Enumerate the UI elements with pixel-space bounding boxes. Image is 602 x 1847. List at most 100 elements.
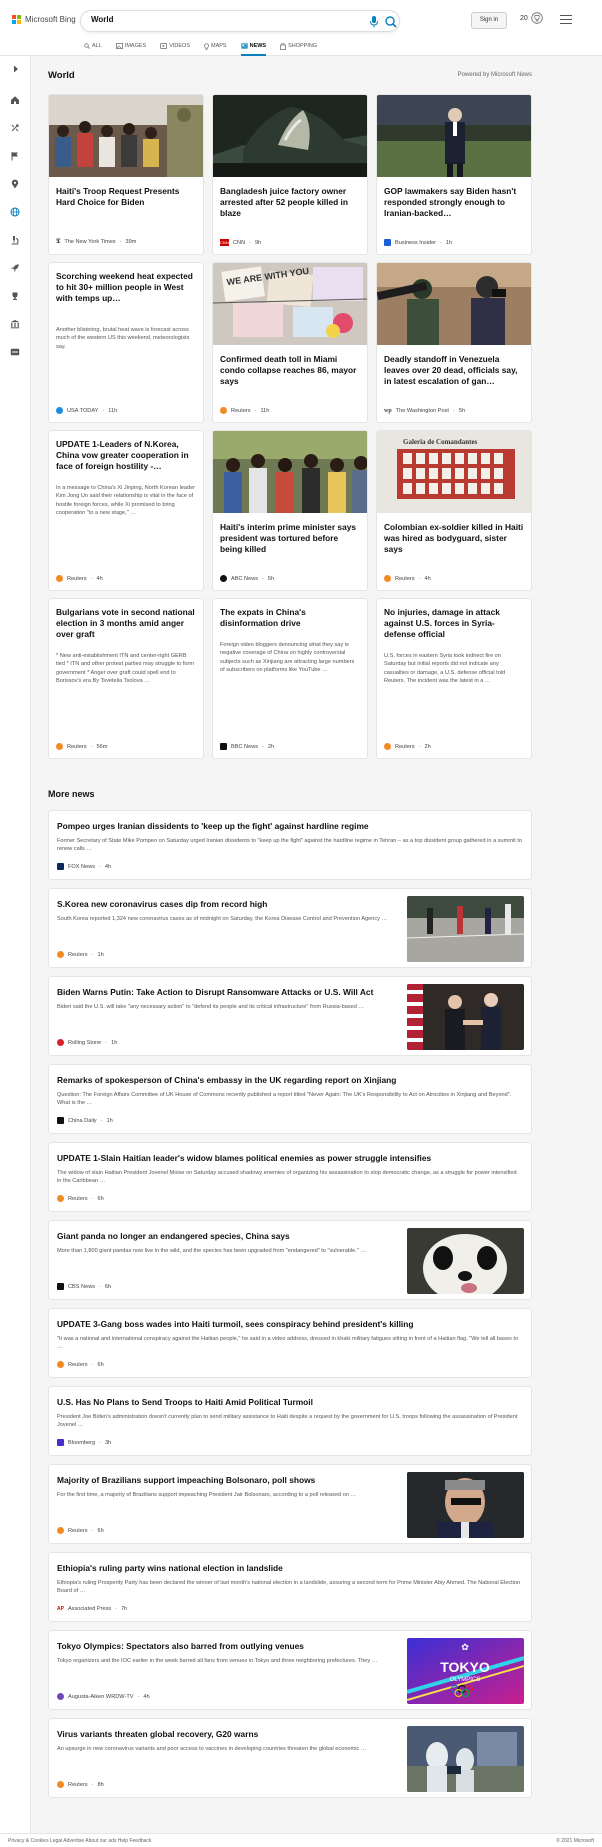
- news-card[interactable]: GOP lawmakers say Biden hasn't responded…: [376, 94, 532, 255]
- tab-videos[interactable]: VIDEOS: [160, 40, 190, 52]
- more-news-item[interactable]: Biden Warns Putin: Take Action to Disrup…: [48, 976, 532, 1056]
- tab-maps[interactable]: MAPS: [204, 40, 227, 52]
- news-card[interactable]: Haiti's interim prime minister says pres…: [212, 430, 368, 591]
- rewards-button[interactable]: 20: [520, 12, 543, 24]
- news-card-source[interactable]: Reuters · 4h: [384, 575, 431, 582]
- tab-all[interactable]: ALL: [84, 40, 102, 52]
- more-news-item[interactable]: Remarks of spokesperson of China's embas…: [48, 1064, 532, 1134]
- more-news-item[interactable]: Pompeo urges Iranian dissidents to 'keep…: [48, 810, 532, 880]
- more-news-item[interactable]: Tokyo Olympics: Spectators also barred f…: [48, 1630, 532, 1710]
- news-card[interactable]: Galeria de Comandantes Colombian ex-sold…: [376, 430, 532, 591]
- news-card-source[interactable]: CNN CNN · 9h: [220, 239, 261, 246]
- more-news-title[interactable]: Ethiopia's ruling party wins national el…: [57, 1563, 283, 1574]
- more-news-item[interactable]: UPDATE 3-Gang boss wades into Haiti turm…: [48, 1308, 532, 1378]
- more-news-item[interactable]: Ethiopia's ruling party wins national el…: [48, 1552, 532, 1622]
- news-card-source[interactable]: Reuters · 11h: [220, 407, 269, 414]
- sign-in-button[interactable]: Sign in: [471, 12, 507, 29]
- news-card-source[interactable]: Reuters · 4h: [56, 575, 103, 582]
- news-card-title[interactable]: Bangladesh juice factory owner arrested …: [220, 186, 360, 219]
- news-card[interactable]: Bangladesh juice factory owner arrested …: [212, 94, 368, 255]
- search-input[interactable]: [91, 15, 321, 24]
- more-news-title[interactable]: U.S. Has No Plans to Send Troops to Hait…: [57, 1397, 313, 1408]
- more-news-source[interactable]: China Daily · 1h: [57, 1117, 113, 1124]
- crosshair-icon[interactable]: [10, 123, 20, 133]
- news-card-source[interactable]: wp The Washington Post · 5h: [384, 408, 465, 414]
- news-card-title[interactable]: Haiti's Troop Request Presents Hard Choi…: [56, 186, 196, 208]
- more-news-title[interactable]: Giant panda no longer an endangered spec…: [57, 1231, 290, 1242]
- news-card[interactable]: Deadly standoff in Venezuela leaves over…: [376, 262, 532, 423]
- more-news-item[interactable]: S.Korea new coronavirus cases dip from r…: [48, 888, 532, 968]
- tab-shopping[interactable]: SHOPPING: [280, 40, 317, 52]
- more-news-title[interactable]: Tokyo Olympics: Spectators also barred f…: [57, 1641, 304, 1652]
- nbc-peacock-icon: ✿: [461, 1642, 469, 1652]
- rocket-icon[interactable]: [10, 263, 20, 273]
- more-news-source[interactable]: AP Associated Press · 7h: [57, 1606, 127, 1612]
- logo-text: Microsoft Bing: [25, 15, 76, 24]
- more-news-source[interactable]: FOX News · 4h: [57, 863, 111, 870]
- more-news-source[interactable]: Reuters · 8h: [57, 1781, 104, 1788]
- news-card-title[interactable]: GOP lawmakers say Biden hasn't responded…: [384, 186, 524, 219]
- footer-links[interactable]: Privacy & Cookies Legal Advertise About …: [8, 1838, 151, 1844]
- news-card-title[interactable]: Confirmed death toll in Miami condo coll…: [220, 354, 360, 387]
- more-news-item[interactable]: Giant panda no longer an endangered spec…: [48, 1220, 532, 1300]
- more-news-title[interactable]: UPDATE 1-Slain Haitian leader's widow bl…: [57, 1153, 431, 1164]
- news-card-source[interactable]: 𝕿 The New York Times · 39m: [56, 237, 136, 246]
- home-icon[interactable]: [10, 95, 20, 105]
- microphone-icon[interactable]: [369, 16, 379, 28]
- news-card-title[interactable]: The expats in China's disinformation dri…: [220, 607, 360, 629]
- more-news-source[interactable]: Rolling Stone · 1h: [57, 1039, 117, 1046]
- more-news-title[interactable]: Majority of Brazilians support impeachin…: [57, 1475, 315, 1486]
- news-card[interactable]: Haiti's Troop Request Presents Hard Choi…: [48, 94, 204, 255]
- video-player-icon[interactable]: [10, 347, 20, 357]
- more-news-source[interactable]: Augusta-Aiken WRDW-TV · 4h: [57, 1693, 150, 1700]
- more-news-item[interactable]: Majority of Brazilians support impeachin…: [48, 1464, 532, 1544]
- more-news-source[interactable]: Reuters · 1h: [57, 951, 104, 958]
- news-card-title[interactable]: Colombian ex-soldier killed in Haiti was…: [384, 522, 524, 555]
- news-card-source[interactable]: Reuters · 2h: [384, 743, 431, 750]
- more-news-source[interactable]: Reuters · 6h: [57, 1361, 104, 1368]
- more-news-title[interactable]: Remarks of spokesperson of China's embas…: [57, 1075, 396, 1086]
- more-news-title[interactable]: S.Korea new coronavirus cases dip from r…: [57, 899, 267, 910]
- globe-icon[interactable]: [10, 207, 20, 217]
- tab-images[interactable]: IMAGES: [115, 40, 146, 52]
- news-card-title[interactable]: Haiti's interim prime minister says pres…: [220, 522, 360, 555]
- more-news-item[interactable]: U.S. Has No Plans to Send Troops to Hait…: [48, 1386, 532, 1456]
- news-card[interactable]: UPDATE 1-Leaders of N.Korea, China vow g…: [48, 430, 204, 591]
- news-card[interactable]: No injuries, damage in attack against U.…: [376, 598, 532, 759]
- expand-sidebar-button[interactable]: [0, 60, 31, 78]
- microscope-icon[interactable]: [10, 235, 20, 245]
- news-card[interactable]: WE ARE WITH YOU Confirmed death toll in …: [212, 262, 368, 423]
- more-news-title[interactable]: Biden Warns Putin: Take Action to Disrup…: [57, 987, 373, 998]
- tab-news[interactable]: NEWS: [240, 40, 266, 56]
- more-news-title[interactable]: Virus variants threaten global recovery,…: [57, 1729, 258, 1740]
- news-card-source[interactable]: USA TODAY · 11h: [56, 407, 117, 414]
- news-card-source[interactable]: BBC News · 2h: [220, 743, 274, 750]
- more-news-source[interactable]: CBS News · 6h: [57, 1283, 111, 1290]
- news-card[interactable]: Scorching weekend heat expected to hit 3…: [48, 262, 204, 423]
- more-news-source[interactable]: Bloomberg · 3h: [57, 1439, 111, 1446]
- news-card-title[interactable]: Bulgarians vote in second national elect…: [56, 607, 196, 640]
- news-card-source[interactable]: ABC News · 5h: [220, 575, 274, 582]
- more-news-item[interactable]: UPDATE 1-Slain Haitian leader's widow bl…: [48, 1142, 532, 1212]
- bing-logo[interactable]: Microsoft Bing: [12, 15, 76, 24]
- news-card-title[interactable]: Scorching weekend heat expected to hit 3…: [56, 271, 196, 304]
- hamburger-menu-icon[interactable]: [560, 15, 572, 25]
- more-news-item[interactable]: Virus variants threaten global recovery,…: [48, 1718, 532, 1798]
- news-card-title[interactable]: Deadly standoff in Venezuela leaves over…: [384, 354, 524, 387]
- more-news-source[interactable]: Reuters · 6h: [57, 1527, 104, 1534]
- search-icon[interactable]: [383, 14, 399, 30]
- more-news-title[interactable]: Pompeo urges Iranian dissidents to 'keep…: [57, 821, 369, 832]
- location-pin-icon[interactable]: [10, 179, 20, 189]
- news-card[interactable]: The expats in China's disinformation dri…: [212, 598, 368, 759]
- flag-icon[interactable]: [10, 151, 20, 161]
- news-card[interactable]: Bulgarians vote in second national elect…: [48, 598, 204, 759]
- news-card-title[interactable]: UPDATE 1-Leaders of N.Korea, China vow g…: [56, 439, 196, 472]
- news-card-title[interactable]: No injuries, damage in attack against U.…: [384, 607, 524, 640]
- bank-icon[interactable]: [10, 319, 20, 329]
- search-box[interactable]: [80, 10, 400, 32]
- trophy-icon[interactable]: [10, 291, 20, 301]
- news-card-source[interactable]: Reuters · 56m: [56, 743, 107, 750]
- more-news-source[interactable]: Reuters · 6h: [57, 1195, 104, 1202]
- more-news-title[interactable]: UPDATE 3-Gang boss wades into Haiti turm…: [57, 1319, 413, 1330]
- news-card-source[interactable]: Business Insider · 1h: [384, 239, 452, 246]
